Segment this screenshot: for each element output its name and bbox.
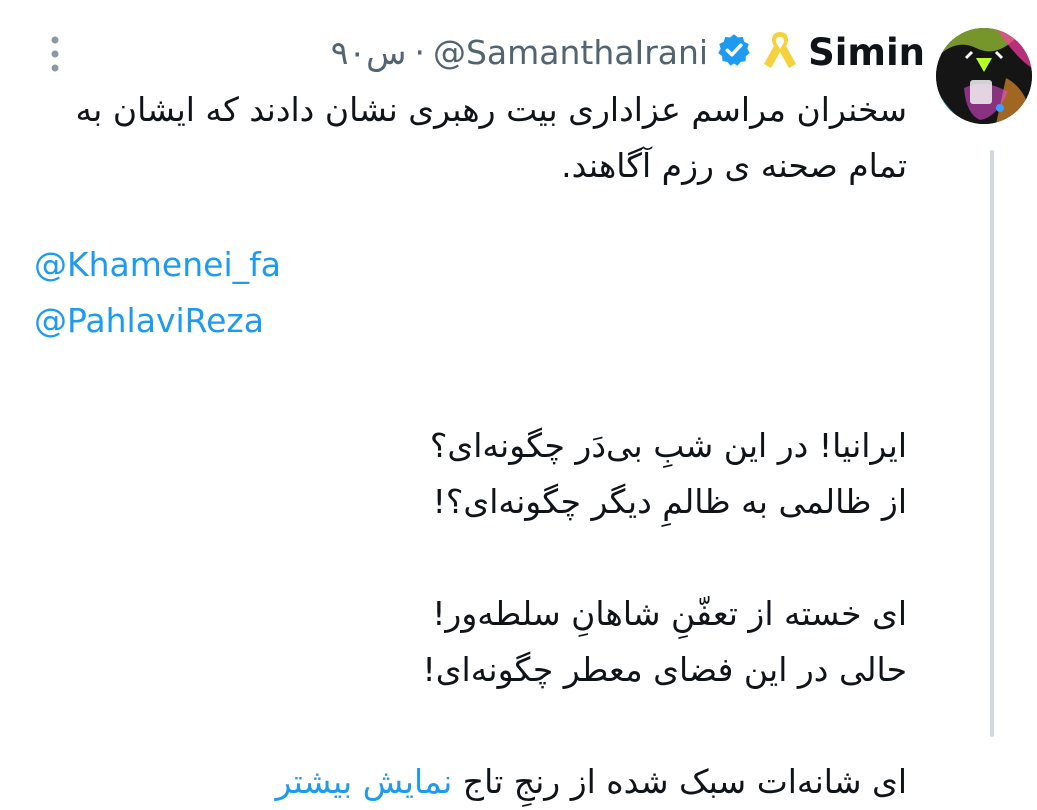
avatar[interactable]	[936, 28, 1032, 124]
yellow-ribbon-icon	[760, 28, 800, 76]
separator-dot: ·	[414, 32, 425, 72]
author-handle[interactable]: @SamanthaIrani	[433, 33, 708, 72]
poem-line: ای خسته از تعفّنِ شاهانِ سلطه‌ور!	[432, 594, 907, 633]
author-name[interactable]: Simin	[808, 31, 925, 74]
poem-line-last: ای شانه‌ات سبک شده از رنجِ تاج نمایش بیش…	[27, 754, 907, 810]
tweet[interactable]: Simin @SamanthaIrani · ۹۰س سخنران مراسم …	[0, 0, 1037, 801]
poem-line: ای شانه‌ات سبک شده از رنجِ تاج	[462, 762, 907, 801]
poem-line: ایرانیا! در این شبِ بی‌دَر چگونه‌ای؟	[429, 426, 907, 465]
poem-line: از ظالمی به ظالمِ دیگر چگونه‌ای؟!	[432, 482, 907, 521]
timestamp[interactable]: ۹۰س	[331, 33, 407, 72]
mention-link[interactable]: @Khamenei_fa	[34, 245, 281, 284]
mention-link[interactable]: @PahlaviReza	[34, 301, 264, 340]
text-line: سخنران مراسم عزاداری بیت رهبری نشان دادن…	[75, 90, 907, 129]
vertical-ellipsis-icon[interactable]	[47, 34, 63, 74]
avatar-image	[936, 28, 1032, 124]
show-more-link[interactable]: نمایش بیشتر	[275, 762, 452, 801]
verified-badge-icon	[716, 32, 752, 72]
tweet-header: Simin @SamanthaIrani · ۹۰س	[331, 24, 925, 80]
thread-line	[990, 150, 994, 737]
poem-line: حالی در این فضای معطر چگونه‌ای!	[422, 650, 908, 689]
tweet-text: سخنران مراسم عزاداری بیت رهبری نشان دادن…	[27, 82, 907, 810]
text-line: تمام صحنه ی رزم آگاهند.	[561, 146, 907, 185]
